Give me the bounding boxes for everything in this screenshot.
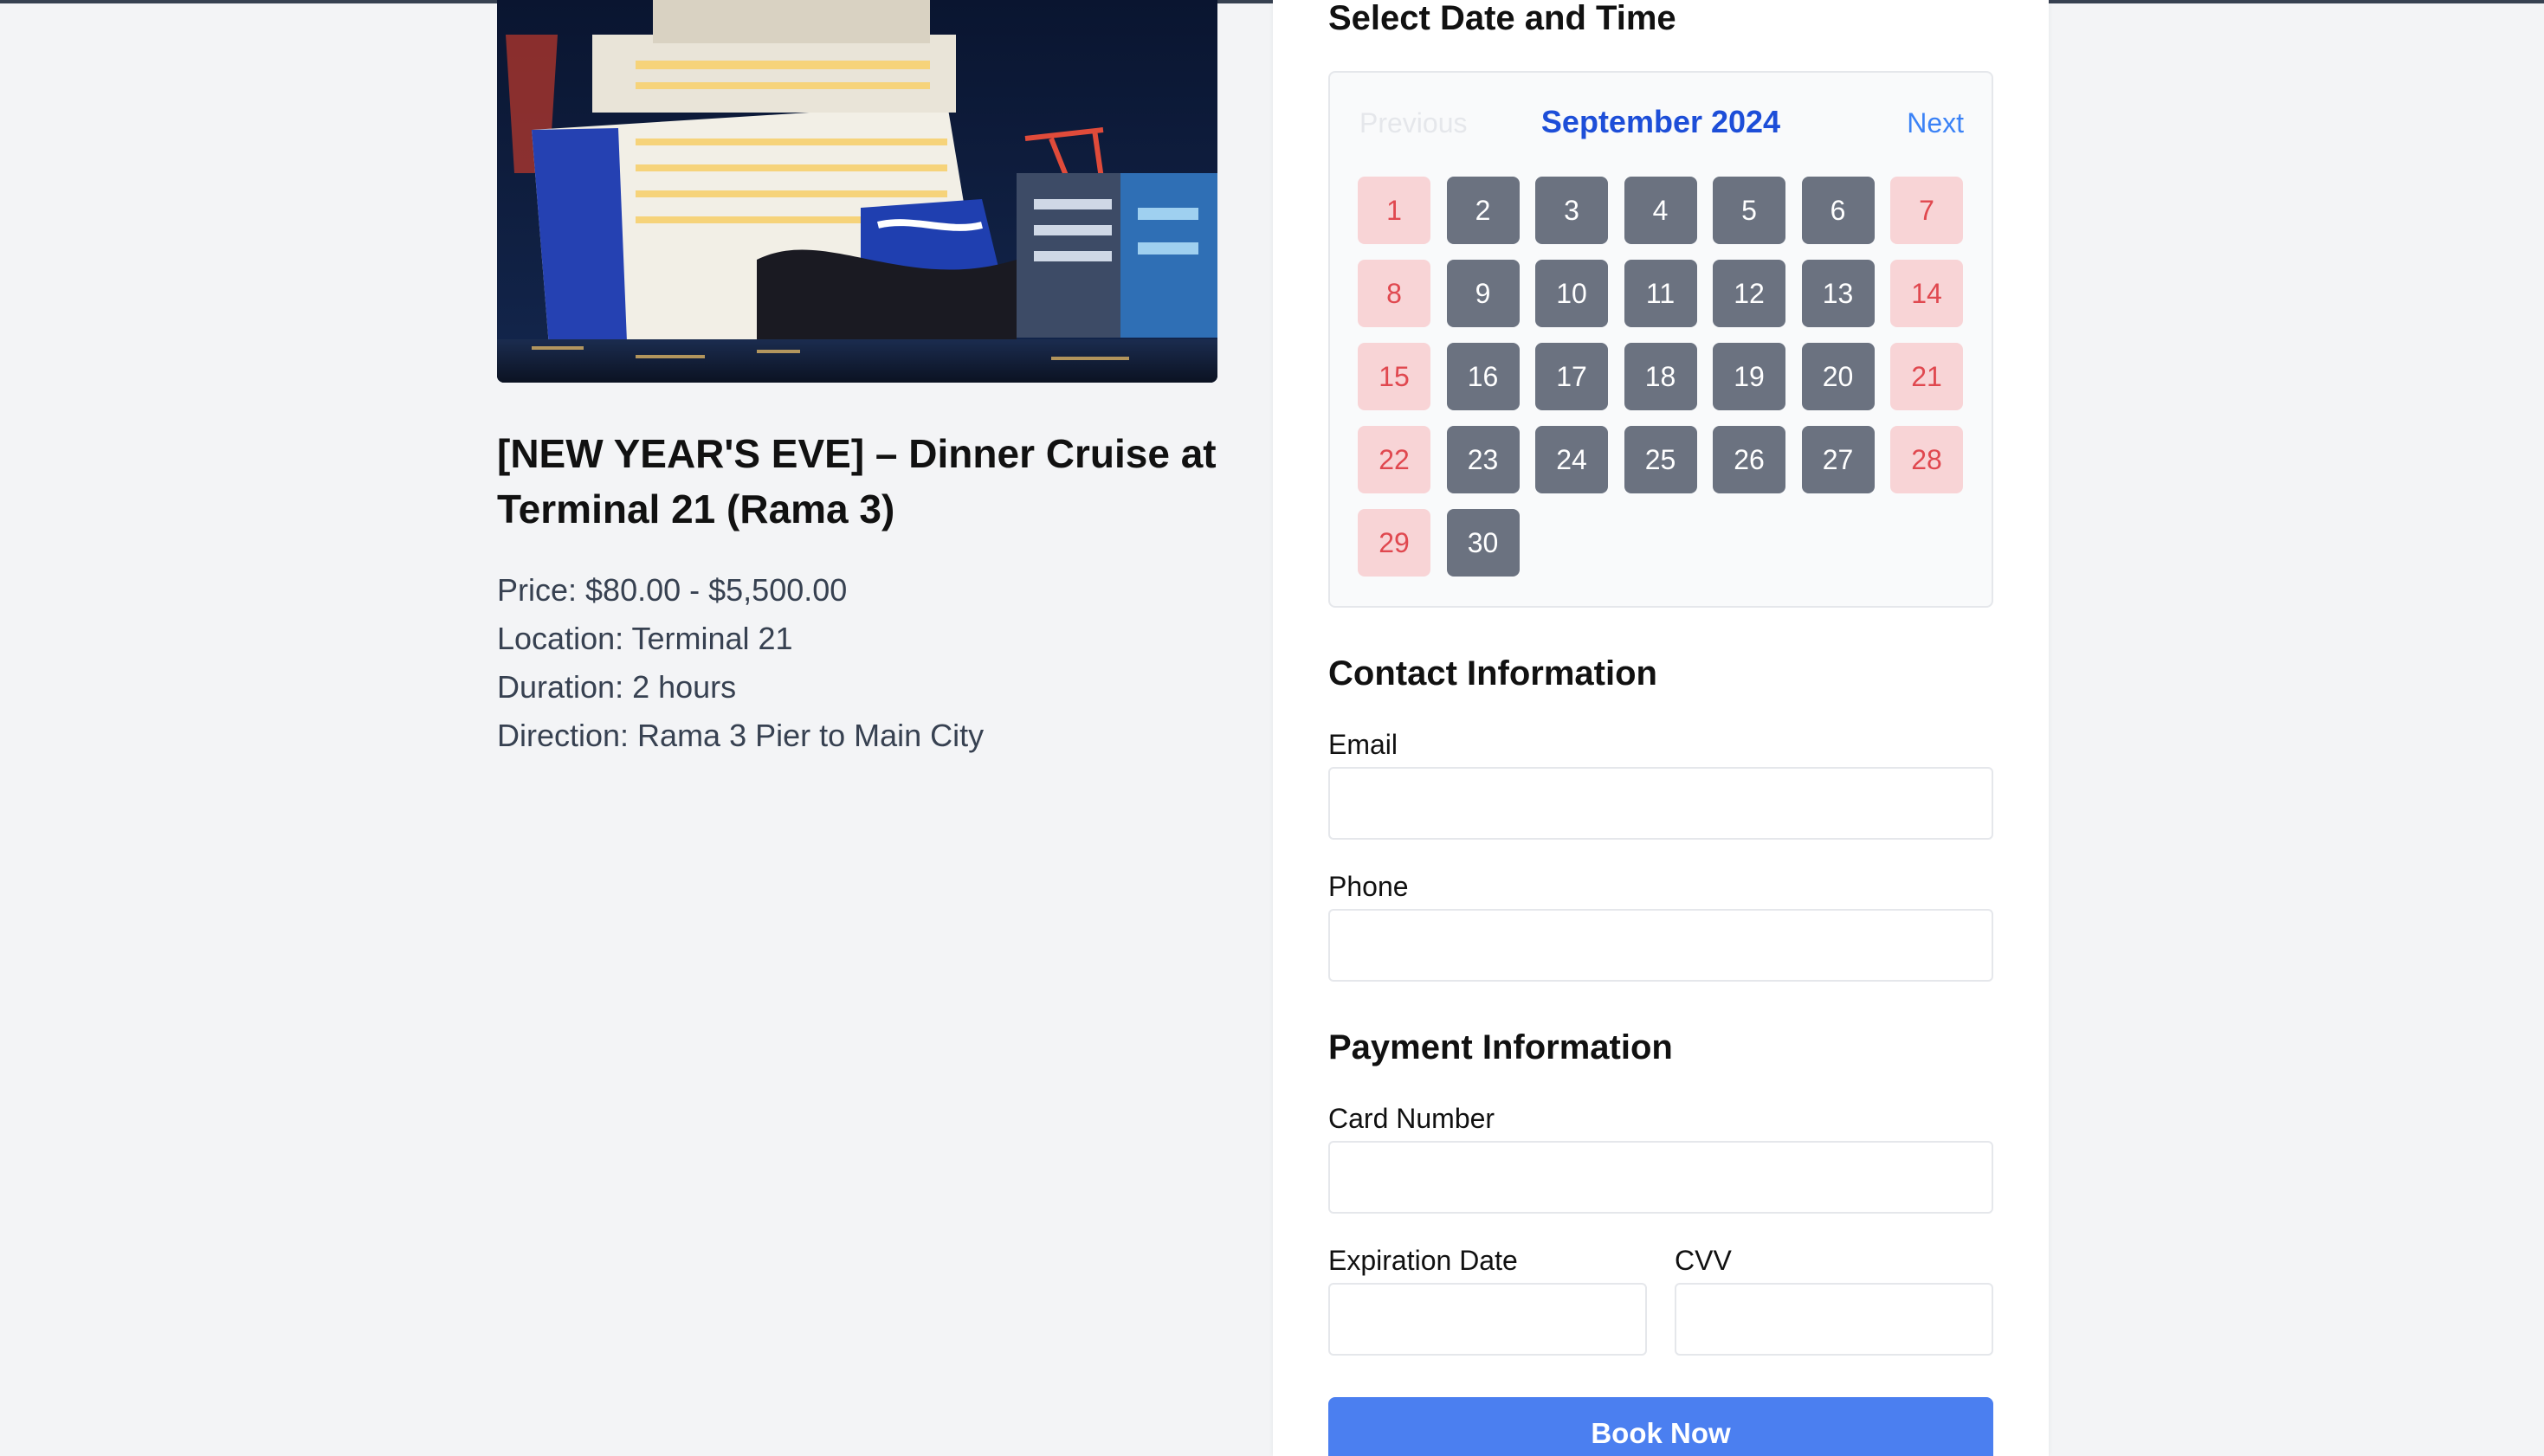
contact-heading: Contact Information: [1328, 654, 1657, 693]
calendar-day-24[interactable]: 24: [1535, 426, 1608, 493]
calendar-day-19[interactable]: 19: [1713, 343, 1785, 410]
book-now-button[interactable]: Book Now: [1328, 1397, 1993, 1456]
card-number-field[interactable]: [1328, 1141, 1993, 1214]
event-summary: [NEW YEAR'S EVE] – Dinner Cruise at Term…: [497, 0, 1217, 760]
expiration-date-label: Expiration Date: [1328, 1245, 1518, 1276]
calendar-day-grid: 1 2 3 4 5 6 7 8 9 10 11 12 13 14 15 16 17 18 19 20 21 22 23 24 2…: [1358, 177, 1963, 577]
card-number-label: Card Number: [1328, 1103, 1495, 1134]
calendar-day-26[interactable]: 26: [1713, 426, 1785, 493]
event-details: Price: $80.00 - $5,500.00 Location: Term…: [497, 566, 1217, 760]
event-duration: Duration: 2 hours: [497, 669, 737, 705]
cruise-ship-image: [497, 0, 1217, 383]
next-month-button[interactable]: Next: [1907, 107, 1964, 139]
date-heading: Select Date and Time: [1328, 0, 1676, 37]
calendar-day-15[interactable]: 15: [1358, 343, 1430, 410]
calendar-day-16[interactable]: 16: [1446, 343, 1520, 410]
expiration-date-field[interactable]: [1328, 1283, 1647, 1356]
top-border: [0, 0, 2544, 3]
calendar-day-6[interactable]: 6: [1801, 177, 1875, 244]
phone-label: Phone: [1328, 871, 1409, 902]
calendar-header: Previous September 2024 Next: [1358, 102, 1964, 144]
calendar-day-12[interactable]: 12: [1713, 260, 1785, 327]
calendar-day-5[interactable]: 5: [1713, 177, 1785, 244]
payment-heading: Payment Information: [1328, 1028, 1673, 1066]
calendar-day-30[interactable]: 30: [1446, 509, 1520, 577]
event-price: Price: $80.00 - $5,500.00: [497, 572, 848, 608]
calendar-month-label: September 2024: [1540, 104, 1781, 139]
calendar-day-28[interactable]: 28: [1890, 426, 1963, 493]
event-direction: Direction: Rama 3 Pier to Main City: [497, 718, 985, 753]
phone-field[interactable]: [1328, 909, 1993, 982]
calendar-day-10[interactable]: 10: [1535, 260, 1608, 327]
cruise-ship-illustration: [497, 0, 1217, 383]
calendar-day-18[interactable]: 18: [1624, 343, 1697, 410]
cvv-label: CVV: [1675, 1245, 1732, 1276]
calendar-day-13[interactable]: 13: [1801, 260, 1875, 327]
calendar-day-21[interactable]: 21: [1890, 343, 1963, 410]
calendar-day-23[interactable]: 23: [1446, 426, 1520, 493]
calendar-day-8[interactable]: 8: [1358, 260, 1430, 327]
calendar-day-7[interactable]: 7: [1890, 177, 1963, 244]
calendar-day-11[interactable]: 11: [1624, 260, 1697, 327]
calendar: Previous September 2024 Next 1 2 3 4 5 6 7 8 9 10…: [1328, 71, 1993, 608]
calendar-day-9[interactable]: 9: [1446, 260, 1520, 327]
calendar-day-2[interactable]: 2: [1446, 177, 1520, 244]
calendar-day-14[interactable]: 14: [1890, 260, 1963, 327]
calendar-day-29[interactable]: 29: [1358, 509, 1430, 577]
calendar-day-1[interactable]: 1: [1358, 177, 1430, 244]
calendar-day-25[interactable]: 25: [1624, 426, 1697, 493]
calendar-day-17[interactable]: 17: [1535, 343, 1608, 410]
email-label: Email: [1328, 729, 1398, 760]
calendar-day-27[interactable]: 27: [1801, 426, 1875, 493]
event-location: Location: Terminal 21: [497, 621, 793, 656]
event-title: [NEW YEAR'S EVE] – Dinner Cruise at Term…: [497, 431, 1217, 532]
calendar-day-3[interactable]: 3: [1535, 177, 1608, 244]
booking-panel: Select Date and Time Previous September …: [1273, 0, 2049, 1456]
cvv-field[interactable]: [1675, 1283, 1993, 1356]
calendar-day-4[interactable]: 4: [1624, 177, 1697, 244]
calendar-day-22[interactable]: 22: [1358, 426, 1430, 493]
calendar-day-20[interactable]: 20: [1801, 343, 1875, 410]
email-field[interactable]: [1328, 767, 1993, 840]
